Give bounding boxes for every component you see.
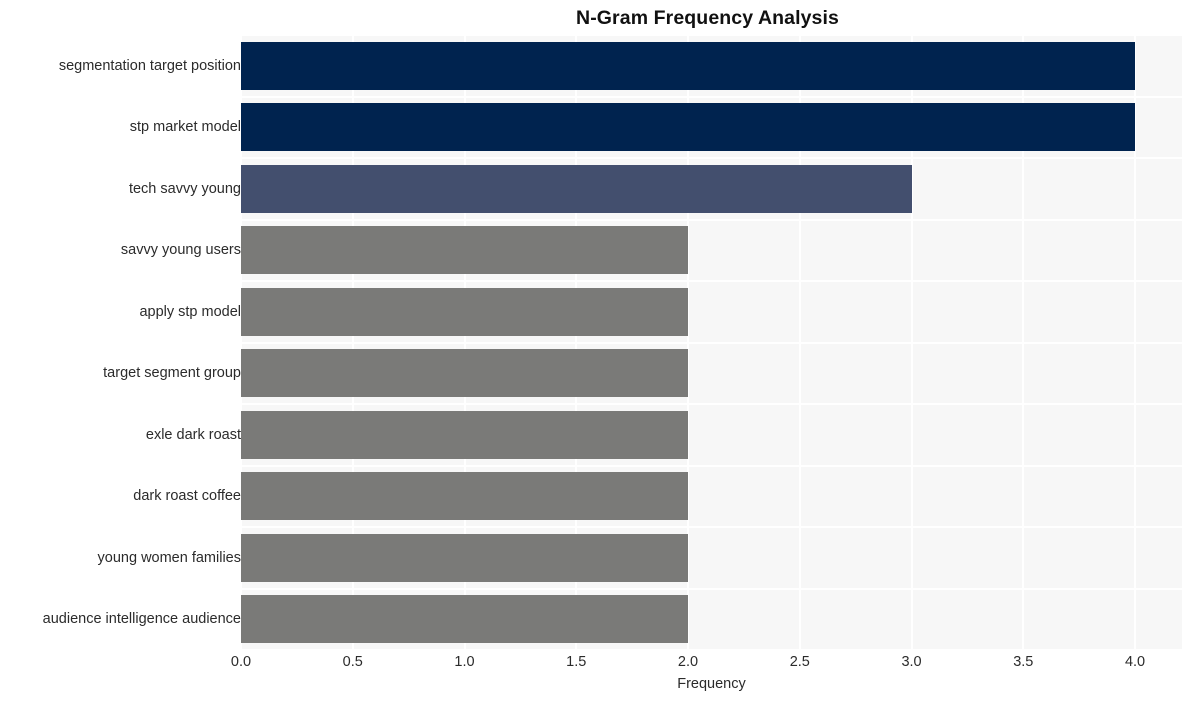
x-axis-tick-label: 2.0 bbox=[677, 654, 699, 670]
bar bbox=[241, 595, 689, 644]
y-axis-tick-label: segmentation target position bbox=[58, 57, 241, 74]
x-axis-label: Frequency bbox=[677, 676, 746, 692]
chart-figure: N-Gram Frequency Analysis segmentation t… bbox=[0, 0, 1182, 701]
page-title: N-Gram Frequency Analysis bbox=[576, 7, 839, 29]
x-axis-tick-label: 0.0 bbox=[230, 654, 252, 670]
bar bbox=[241, 533, 689, 582]
horizontal-gridline bbox=[241, 587, 1182, 590]
bar bbox=[241, 410, 689, 459]
horizontal-gridline bbox=[241, 403, 1182, 405]
y-axis-tick-label: audience intelligence audience bbox=[42, 611, 241, 628]
bar bbox=[241, 41, 1136, 90]
y-axis-tick-label: stp market model bbox=[129, 119, 241, 136]
x-axis-tick-labels: 0.0 0.5 1.0 1.5 2.0 2.5 3.0 3.5 4.0 bbox=[231, 652, 1182, 676]
horizontal-gridline bbox=[241, 649, 1182, 650]
bar bbox=[241, 226, 689, 275]
bar bbox=[241, 349, 689, 398]
horizontal-gridline bbox=[241, 35, 1182, 36]
x-axis-tick-label: 4.0 bbox=[1124, 654, 1146, 670]
y-axis-tick-label: target segment group bbox=[103, 365, 241, 382]
x-axis-tick-label: 3.5 bbox=[1013, 654, 1034, 670]
bar bbox=[241, 472, 689, 521]
bar bbox=[241, 103, 1136, 152]
horizontal-gridline bbox=[241, 218, 1182, 221]
x-axis-tick-label: 0.5 bbox=[342, 654, 363, 670]
horizontal-gridline bbox=[241, 464, 1182, 467]
horizontal-gridline bbox=[241, 157, 1182, 159]
horizontal-gridline bbox=[241, 526, 1182, 528]
y-axis-tick-label: tech savvy young bbox=[128, 180, 241, 197]
x-axis-tick-label: 1.5 bbox=[566, 654, 587, 670]
plot-area bbox=[241, 35, 1182, 650]
x-axis-tick-label: 2.5 bbox=[789, 654, 810, 670]
y-axis-tick-label: savvy young users bbox=[120, 242, 241, 259]
y-axis-tick-label: dark roast coffee bbox=[133, 488, 241, 505]
y-axis-tick-label: exle dark roast bbox=[145, 426, 241, 443]
horizontal-gridline bbox=[241, 95, 1182, 98]
horizontal-gridline bbox=[241, 280, 1182, 282]
x-axis-tick-label: 1.0 bbox=[454, 654, 475, 670]
horizontal-gridline bbox=[241, 341, 1182, 344]
y-axis-tick-labels: segmentation target position stp market m… bbox=[0, 35, 241, 650]
bar bbox=[241, 164, 912, 213]
y-axis-tick-label: apply stp model bbox=[139, 303, 241, 320]
bar bbox=[241, 287, 689, 336]
y-axis-tick-label: young women families bbox=[97, 549, 241, 566]
x-axis-tick-label: 3.0 bbox=[901, 654, 922, 670]
